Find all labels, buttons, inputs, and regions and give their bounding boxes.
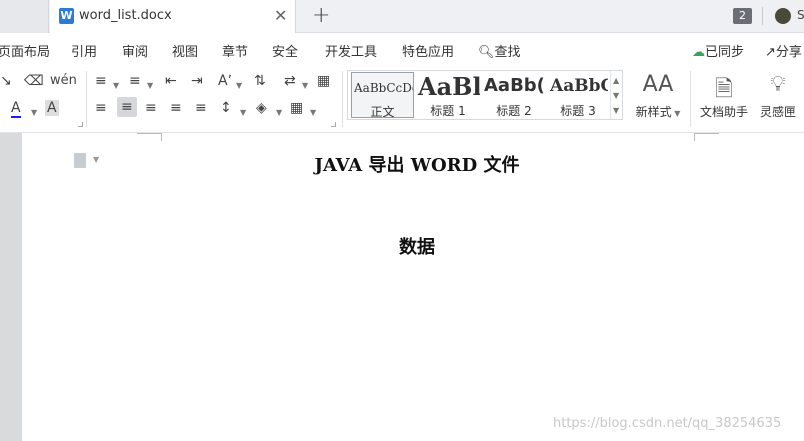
char-shading-button[interactable]: A — [45, 100, 59, 116]
increase-indent-icon[interactable]: ⇥ — [191, 73, 203, 89]
document-tab-title: word_list.docx — [79, 8, 172, 23]
lightbulb-icon: 💡︎ — [770, 72, 786, 97]
doc-assistant-label: 文档助手 — [699, 105, 748, 119]
line-spacing-icon[interactable]: ↕ — [220, 100, 232, 116]
style-name: 正文 — [370, 105, 395, 118]
style-sample: AaBb( — [484, 75, 545, 96]
more-styles-icon[interactable]: ▼ — [613, 103, 619, 119]
new-style-button[interactable]: AA 新样式 ▼ — [628, 70, 688, 126]
chevron-down-icon[interactable]: ▼ — [613, 88, 619, 104]
share-icon: ↗ — [765, 45, 776, 60]
left-margin-marker — [137, 133, 162, 141]
style-sample: AaBl — [418, 72, 480, 101]
paragraph-dialog-launcher-icon[interactable] — [331, 122, 336, 127]
menu-view[interactable]: 视图 — [172, 41, 198, 60]
justify-icon[interactable]: ≡ — [170, 100, 182, 116]
ribbon-toolbar: ↘ ⌫ wén A ▼ A ≡ ▼ ≡ ▼ ⇤ ⇥ Aʼ ▼ ⇅ ⇄ ▼ ▦ ≡… — [0, 65, 804, 133]
shading-dropdown-icon[interactable]: ▼ — [276, 105, 282, 121]
menu-special-apps[interactable]: 特色应用 — [402, 41, 454, 60]
document-title[interactable]: JAVA 导出 WORD 文件 — [22, 151, 804, 177]
style-heading-2[interactable]: AaBb( 标题 2 — [482, 72, 546, 118]
style-heading-3[interactable]: AaBbC 标题 3 — [548, 72, 608, 118]
font-color-dropdown-icon[interactable]: ▼ — [31, 105, 37, 121]
sync-label: 已同步 — [705, 45, 745, 60]
search-icon: 🔍︎ — [478, 45, 495, 60]
menu-page-layout[interactable]: 页面布局 — [0, 41, 50, 60]
align-left-icon[interactable]: ≡ — [95, 100, 107, 116]
new-style-icon: AA — [642, 72, 674, 97]
style-name: 标题 1 — [430, 104, 466, 118]
inspiration-label: 灵感匣 — [759, 105, 796, 119]
numbered-list-icon[interactable]: ≡ — [129, 73, 141, 89]
style-name: 标题 2 — [496, 104, 532, 118]
line-break-dropdown-icon[interactable]: ▼ — [302, 78, 308, 94]
numbered-list-dropdown-icon[interactable]: ▼ — [147, 78, 153, 94]
shading-icon[interactable]: ◈ — [256, 100, 267, 116]
menu-review[interactable]: 审阅 — [122, 41, 148, 60]
font-dialog-launcher-icon[interactable] — [78, 122, 83, 127]
word-doc-icon: W — [59, 8, 74, 24]
find-label: 查找 — [494, 45, 521, 60]
new-style-label: 新样式 ▼ — [635, 105, 681, 119]
ribbon-divider — [342, 71, 343, 127]
cloud-sync-icon: ☁ — [692, 45, 705, 60]
borders-icon[interactable]: ▦ — [290, 100, 303, 116]
new-tab-button[interactable]: + — [312, 3, 330, 28]
style-sample: AaBbCcDd — [354, 81, 414, 95]
sort-icon[interactable]: ⇅ — [254, 73, 266, 89]
right-margin-marker — [694, 133, 719, 141]
line-spacing-dropdown-icon[interactable]: ▼ — [240, 105, 246, 121]
inspiration-button[interactable]: 💡︎ 灵感匣 — [748, 70, 804, 126]
align-right-icon[interactable]: ≡ — [145, 100, 157, 116]
ribbon-divider — [690, 71, 691, 127]
tab-bar: W word_list.docx ✕ + 2 S — [0, 0, 804, 33]
style-heading-1[interactable]: AaBl 标题 1 — [416, 72, 480, 118]
tab-bar-left-area[interactable] — [0, 0, 49, 33]
menu-developer[interactable]: 开发工具 — [325, 41, 377, 60]
format-painter-icon[interactable]: ↘ — [0, 73, 12, 89]
table-grid-icon[interactable]: ▦ — [317, 73, 330, 89]
decrease-indent-icon[interactable]: ⇤ — [165, 73, 177, 89]
document-tab[interactable]: W word_list.docx ✕ — [50, 0, 296, 33]
font-color-button[interactable]: A — [11, 100, 21, 118]
style-normal[interactable]: AaBbCcDd 正文 — [351, 72, 414, 118]
style-gallery-scroll[interactable]: ▲ ▼ ▼ — [610, 71, 622, 119]
phonetic-guide-icon[interactable]: wén — [50, 73, 77, 89]
change-case-icon[interactable]: Aʼ — [218, 73, 232, 89]
share-button[interactable]: ↗分享 — [765, 41, 802, 60]
chevron-up-icon[interactable]: ▲ — [613, 73, 619, 89]
borders-dropdown-icon[interactable]: ▼ — [310, 105, 316, 121]
document-heading[interactable]: 数据 — [22, 233, 804, 259]
close-tab-icon[interactable]: ✕ — [274, 6, 287, 25]
bullet-list-dropdown-icon[interactable]: ▼ — [113, 78, 119, 94]
doc-assistant-button[interactable]: 🗎︎ 文档助手 — [694, 70, 754, 126]
style-gallery: AaBbCcDd 正文 AaBl 标题 1 AaBb( 标题 2 AaBbC 标… — [347, 70, 623, 120]
menu-security[interactable]: 安全 — [272, 41, 298, 60]
watermark: https://blog.csdn.net/qq_38254635 — [553, 416, 782, 431]
line-break-icon[interactable]: ⇄ — [284, 73, 296, 89]
style-sample: AaBbC — [550, 76, 608, 96]
clear-format-icon[interactable]: ⌫ — [24, 73, 44, 89]
menu-bar: 页面布局 引用 审阅 视图 章节 安全 开发工具 特色应用 🔍︎查找 ☁已同步 … — [0, 33, 804, 65]
align-center-icon[interactable]: ≡ — [117, 97, 137, 117]
distributed-align-icon[interactable]: ≡ — [195, 100, 207, 116]
menu-references[interactable]: 引用 — [71, 41, 97, 60]
find-button[interactable]: 🔍︎查找 — [478, 41, 521, 60]
avatar[interactable] — [775, 8, 791, 24]
sync-status[interactable]: ☁已同步 — [692, 41, 744, 60]
window-count-badge[interactable]: 2 — [733, 8, 752, 24]
bullet-list-icon[interactable]: ≡ — [95, 73, 107, 89]
user-name[interactable]: S — [797, 8, 804, 22]
share-label: 分享 — [775, 45, 802, 60]
menu-section[interactable]: 章节 — [222, 41, 248, 60]
ribbon-divider — [86, 71, 87, 127]
tabbar-divider — [762, 7, 763, 25]
document-workspace: ▼ JAVA 导出 WORD 文件 数据 https://blog.csdn.n… — [0, 133, 804, 441]
change-case-dropdown-icon[interactable]: ▼ — [236, 78, 242, 94]
document-page[interactable]: ▼ JAVA 导出 WORD 文件 数据 https://blog.csdn.n… — [22, 133, 804, 441]
style-name: 标题 3 — [560, 104, 596, 118]
